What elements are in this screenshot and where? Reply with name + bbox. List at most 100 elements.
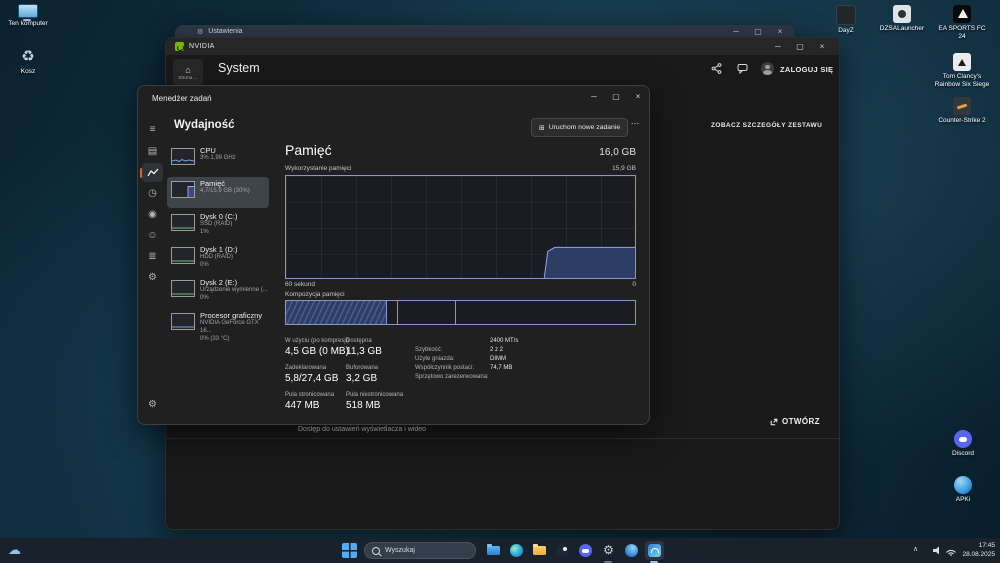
see-setup-details-link[interactable]: ZOBACZ SZCZEGÓŁY ZESTAWU: [711, 122, 822, 129]
run-new-task-button[interactable]: ⊞ Uruchom nowe zadanie: [531, 118, 629, 137]
open-button[interactable]: OTWÓRZ: [770, 417, 820, 426]
stat-value: 518 MB: [346, 400, 381, 411]
stat-cached: Buforowana 3,2 GB: [346, 365, 416, 384]
taskbar-app-edge[interactable]: [507, 541, 526, 560]
login-button[interactable]: ZALOGUJ SIĘ: [780, 65, 833, 74]
recycle-bin-icon: ♻: [21, 48, 35, 65]
network-icon: [946, 550, 956, 555]
task-manager-nav-rail: ≡ ▤ ◷ ◉ ☺ ≣ ⚙ ⚙: [138, 114, 167, 424]
detail-value: 74,7 MB: [490, 365, 513, 371]
desktop-icon-dayz[interactable]: DayZ: [822, 5, 870, 35]
nav-app-history[interactable]: ◷: [142, 184, 163, 203]
stat-label: Pula niestronicowana: [346, 392, 404, 398]
stat-label: Buforowana: [346, 365, 379, 371]
memory-composition-segment-modified: [387, 301, 399, 324]
tm-minimize-button[interactable]: ─: [583, 86, 605, 108]
taskbar: ☁ Wyszukaj ⚙ ∧ 17:45 28.08.2025: [0, 538, 1000, 563]
perf-item-detail: NVIDIA GeForce GTX 16...: [200, 320, 259, 335]
stat-label: Pula stronicowana: [285, 392, 335, 398]
perf-item-name: Dysk 2 (E:): [200, 278, 238, 287]
nav-startup-apps[interactable]: ◉: [142, 205, 163, 224]
taskbar-app-folder[interactable]: [530, 541, 549, 560]
desktop-icon-dzsalauncher[interactable]: DZSALauncher: [876, 5, 928, 33]
rainbow-six-siege-icon: [953, 53, 971, 71]
desktop-icon-counter-strike-2[interactable]: Counter-Strike 2: [934, 97, 990, 125]
taskbar-app-browser[interactable]: [622, 541, 641, 560]
tray-chevron-up-icon[interactable]: ∧: [913, 545, 918, 553]
taskbar-app-settings[interactable]: ⚙: [599, 541, 618, 560]
stat-non-paged-pool: Pula niestronicowana 518 MB: [346, 392, 416, 411]
perf-item-cpu[interactable]: CPU 3% 1,99 GHz: [167, 144, 269, 175]
volume-icon: [933, 546, 939, 555]
user-avatar[interactable]: [761, 62, 774, 75]
task-manager-icon: [648, 544, 661, 557]
stat-available: Dostępna 11,3 GB: [346, 338, 416, 357]
nav-users[interactable]: ☺: [142, 226, 163, 245]
memory-total: 16,0 GB: [599, 147, 636, 158]
nav-services[interactable]: ⚙: [142, 268, 163, 287]
perf-item-name: Pamięć: [200, 179, 226, 188]
nvidia-window-title: NVIDIA: [189, 43, 215, 50]
perf-item-detail: 0%: [200, 295, 209, 302]
chart-axis-right: 0: [632, 281, 636, 288]
performance-sidebar-list: CPU 3% 1,99 GHz Pamięć 4,7/15,9 GB (30%)…: [167, 138, 271, 424]
nvidia-nav-home[interactable]: ⌂ Strona ...: [173, 59, 203, 86]
dayz-icon: [836, 5, 856, 25]
perf-item-detail: 1%: [200, 229, 209, 236]
nvidia-minimize-button[interactable]: ─: [767, 39, 789, 55]
perf-item-disk-0[interactable]: Dysk 0 (C:) SSD (RAID) 1%: [167, 210, 269, 241]
perf-item-memory[interactable]: Pamięć 4,7/15,9 GB (30%): [167, 177, 269, 208]
taskbar-search[interactable]: Wyszukaj: [364, 542, 476, 559]
desktop-icon-label: DayZ: [838, 27, 854, 34]
disk1-mini-chart: [171, 247, 195, 264]
search-placeholder: Wyszukaj: [385, 547, 415, 554]
share-icon[interactable]: [711, 63, 722, 74]
desktop-icon-discord[interactable]: Discord: [938, 430, 988, 458]
tm-close-button[interactable]: ×: [627, 86, 649, 108]
tray-system-icons[interactable]: [932, 545, 960, 556]
nvidia-close-button[interactable]: ×: [811, 39, 833, 55]
home-icon: ⌂: [185, 64, 191, 75]
memory-composition-bar: [285, 300, 636, 325]
feedback-chat-icon[interactable]: [737, 63, 748, 74]
memory-detail-panel: Pamięć 16,0 GB Wykorzystanie pamięci 15,…: [285, 138, 636, 424]
performance-page-title: Wydajność: [174, 119, 235, 131]
nav-performance[interactable]: [139, 163, 163, 182]
gpu-mini-chart: [171, 313, 195, 330]
apki-icon: [954, 476, 972, 494]
tm-maximize-button[interactable]: ▢: [605, 86, 627, 108]
taskbar-app-task-manager[interactable]: [645, 541, 664, 560]
this-pc-icon: [18, 4, 38, 21]
perf-item-detail: 0%: [200, 262, 209, 269]
desktop-icon-recycle-bin[interactable]: ♻ Kosz: [4, 48, 52, 76]
memory-usage-label: Wykorzystanie pamięci: [285, 165, 352, 172]
taskbar-clock[interactable]: 17:45 28.08.2025: [962, 541, 995, 560]
nav-menu-button[interactable]: ≡: [142, 120, 163, 139]
nav-settings[interactable]: ⚙: [142, 395, 163, 414]
taskbar-app-discord[interactable]: [576, 541, 595, 560]
perf-item-gpu[interactable]: Procesor graficzny NVIDIA GeForce GTX 16…: [167, 309, 269, 344]
perf-item-disk-2[interactable]: Dysk 2 (E:) Urządzenie wymienne (... 0%: [167, 276, 269, 307]
start-button[interactable]: [342, 543, 357, 558]
nvidia-maximize-button[interactable]: ▢: [789, 39, 811, 55]
clock-time: 17:45: [978, 542, 995, 549]
desktop-icon-this-pc[interactable]: Ten komputer: [4, 4, 52, 28]
disk0-mini-chart: [171, 214, 195, 231]
weather-widget[interactable]: ☁: [8, 541, 21, 559]
desktop-icon-ea-sports-fc-24[interactable]: EA SPORTS FC 24: [934, 5, 990, 41]
task-manager-window: Menedżer zadań ─ ▢ × Wydajność ⊞ Uruchom…: [137, 85, 650, 425]
detail-value: 2400 MT/s: [490, 338, 519, 344]
desktop-icon-apki[interactable]: APKi: [938, 476, 988, 504]
taskbar-app-steam[interactable]: [553, 541, 572, 560]
nav-processes[interactable]: ▤: [142, 142, 163, 161]
perf-item-disk-1[interactable]: Dysk 1 (D:) HDD (RAID) 0%: [167, 243, 269, 274]
memory-usage-area: [544, 247, 635, 278]
detail-hardware-reserved: Sprzętowo zarezerwowana: 74,7 MB: [415, 365, 636, 380]
taskbar-app-file-explorer[interactable]: [484, 541, 503, 560]
desktop-icon-rainbow-six-siege[interactable]: Tom Clancy's Rainbow Six Siege: [934, 53, 990, 89]
nav-details[interactable]: ≣: [142, 247, 163, 266]
task-manager-titlebar: Menedżer zadań ─ ▢ ×: [138, 86, 649, 122]
more-options-button[interactable]: …: [627, 116, 643, 126]
settings-gear-icon: ⚙: [603, 543, 614, 557]
ea-sports-fc-24-icon: [953, 5, 971, 23]
